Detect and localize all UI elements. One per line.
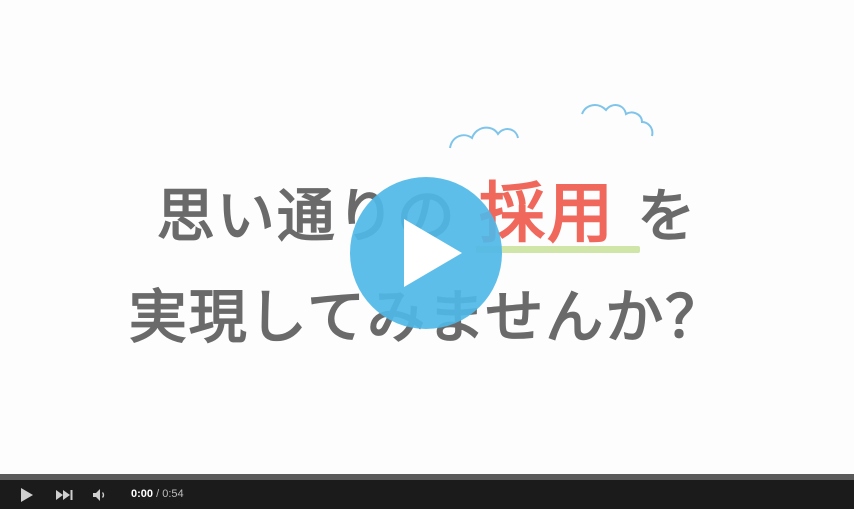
play-overlay-button[interactable]: [350, 177, 502, 329]
time-separator: /: [156, 488, 160, 500]
volume-icon: [93, 489, 105, 501]
skip-next-button[interactable]: [56, 486, 74, 504]
player-control-bar: 0:00 / 0:54: [0, 474, 854, 509]
play-button[interactable]: [20, 486, 34, 504]
play-overlay-icon: [404, 219, 462, 287]
headline-text-1b: を: [637, 182, 698, 250]
duration: 0:54: [162, 488, 184, 500]
skip-next-icon: [56, 490, 73, 500]
video-frame[interactable]: 思い通りの 採用 を 実現してみませんか？: [0, 0, 854, 474]
time-display: 0:00 / 0:54: [131, 488, 184, 500]
play-icon: [21, 488, 33, 502]
volume-button[interactable]: [92, 486, 108, 504]
current-time: 0:00: [131, 488, 154, 500]
clouds-decoration: [449, 104, 654, 149]
progress-bar[interactable]: [0, 474, 854, 480]
